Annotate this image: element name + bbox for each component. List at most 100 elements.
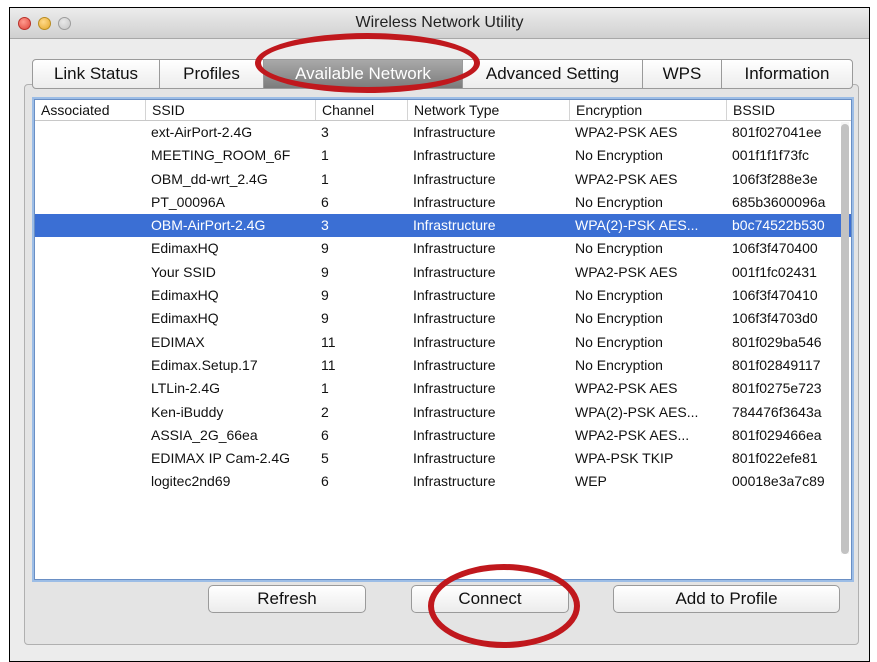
table-row[interactable]: OBM_dd-wrt_2.4G 1 Infrastructure WPA2-PSK A… xyxy=(35,168,851,191)
table-row[interactable]: LTLin-2.4G 1 Infrastructure WPA2-PSK AES 801… xyxy=(35,377,851,400)
table-row[interactable]: EDIMAX 11 Infrastructure No Encryption 801f0… xyxy=(35,331,851,354)
cell-ssid: LTLin-2.4G xyxy=(151,380,220,397)
tab-wps[interactable]: WPS xyxy=(643,60,722,88)
cell-channel: 6 xyxy=(321,193,329,210)
cell-ssid: OBM-AirPort-2.4G xyxy=(151,217,266,234)
cell-ssid: Edimax.Setup.17 xyxy=(151,356,258,373)
cell-network-type: Infrastructure xyxy=(413,263,496,280)
cell-channel: 9 xyxy=(321,310,329,327)
refresh-button[interactable]: Refresh xyxy=(208,585,366,613)
cell-network-type: Infrastructure xyxy=(413,473,496,490)
table-row[interactable]: EdimaxHQ 9 Infrastructure No Encryption 106f… xyxy=(35,307,851,330)
cell-network-type: Infrastructure xyxy=(413,403,496,420)
scrollbar-thumb[interactable] xyxy=(841,124,849,554)
cell-bssid: b0c74522b530 xyxy=(732,217,825,234)
cell-bssid: 801f029ba546 xyxy=(732,333,822,350)
cell-encryption: No Encryption xyxy=(575,310,663,327)
cell-encryption: WPA2-PSK AES xyxy=(575,380,678,397)
cell-network-type: Infrastructure xyxy=(413,380,496,397)
table-body: ext-AirPort-2.4G 3 Infrastructure WPA2-PSK … xyxy=(35,121,851,494)
cell-channel: 1 xyxy=(321,147,329,164)
network-table[interactable]: Associated SSID Channel Network Type Enc… xyxy=(34,99,852,580)
cell-ssid: ext-AirPort-2.4G xyxy=(151,124,253,140)
cell-ssid: EDIMAX IP Cam-2.4G xyxy=(151,450,291,467)
table-row[interactable]: EDIMAX IP Cam-2.4G 5 Infrastructure WPA-PSK… xyxy=(35,447,851,470)
cell-network-type: Infrastructure xyxy=(413,240,496,257)
cell-encryption: WPA(2)-PSK AES... xyxy=(575,403,699,420)
cell-encryption: No Encryption xyxy=(575,287,663,304)
cell-network-type: Infrastructure xyxy=(413,450,496,467)
cell-bssid: 784476f3643a xyxy=(732,403,822,420)
cell-bssid: 801f0275e723 xyxy=(732,380,822,397)
table-header: Associated SSID Channel Network Type Enc… xyxy=(35,100,851,121)
cell-network-type: Infrastructure xyxy=(413,147,496,164)
connect-button[interactable]: Connect xyxy=(411,585,569,613)
app-window: Wireless Network Utility Link Status Pro… xyxy=(9,7,870,662)
table-row[interactable]: Edimax.Setup.17 11 Infrastructure No Encryp… xyxy=(35,354,851,377)
cell-channel: 6 xyxy=(321,473,329,490)
tab-information[interactable]: Information xyxy=(722,60,852,88)
tab-profiles[interactable]: Profiles xyxy=(160,60,264,88)
title-bar[interactable]: Wireless Network Utility xyxy=(10,8,869,39)
table-row[interactable]: EdimaxHQ 9 Infrastructure No Encryption 106f… xyxy=(35,237,851,260)
cell-bssid: 685b3600096a xyxy=(732,193,826,210)
cell-bssid: 801f02849117 xyxy=(732,356,821,373)
tab-available-network[interactable]: Available Network xyxy=(264,60,463,88)
cell-channel: 9 xyxy=(321,287,329,304)
tab-link-status[interactable]: Link Status xyxy=(33,60,160,88)
table-row[interactable]: EdimaxHQ 9 Infrastructure No Encryption 106f… xyxy=(35,284,851,307)
table-row[interactable]: ASSIA_2G_66ea 6 Infrastructure WPA2-PSK AES… xyxy=(35,424,851,447)
cell-bssid: 106f3f288e3e xyxy=(732,170,818,187)
cell-network-type: Infrastructure xyxy=(413,193,496,210)
column-header-associated[interactable]: Associated xyxy=(35,100,145,120)
table-row[interactable]: Ken-iBuddy 2 Infrastructure WPA(2)-PSK AES.… xyxy=(35,401,851,424)
table-row[interactable]: OBM-AirPort-2.4G 3 Infrastructure WPA(2)-PS… xyxy=(35,214,851,238)
cell-network-type: Infrastructure xyxy=(413,333,496,350)
tab-advanced-setting[interactable]: Advanced Setting xyxy=(463,60,643,88)
cell-bssid: 106f3f470410 xyxy=(732,287,818,304)
cell-encryption: WPA(2)-PSK AES... xyxy=(575,217,699,234)
cell-bssid: 801f029466ea xyxy=(732,426,822,443)
column-header-encryption[interactable]: Encryption xyxy=(569,100,726,120)
cell-channel: 2 xyxy=(321,403,329,420)
cell-network-type: Infrastructure xyxy=(413,287,496,304)
cell-ssid: OBM_dd-wrt_2.4G xyxy=(151,170,268,187)
cell-channel: 11 xyxy=(321,333,336,350)
cell-bssid: 106f3f470400 xyxy=(732,240,818,257)
column-header-channel[interactable]: Channel xyxy=(315,100,407,120)
cell-encryption: No Encryption xyxy=(575,193,663,210)
window-title: Wireless Network Utility xyxy=(355,14,524,31)
cell-channel: 9 xyxy=(321,240,329,257)
cell-bssid: 001f1f1f73fc xyxy=(732,147,810,164)
cell-ssid: EdimaxHQ xyxy=(151,310,219,327)
add-to-profile-button[interactable]: Add to Profile xyxy=(613,585,840,613)
cell-network-type: Infrastructure xyxy=(413,170,496,187)
cell-bssid: 801f022efe81 xyxy=(732,450,818,467)
cell-encryption: WPA-PSK TKIP xyxy=(575,450,674,467)
table-row[interactable]: Your SSID 9 Infrastructure WPA2-PSK AES 001f… xyxy=(35,261,851,284)
cell-encryption: WPA2-PSK AES xyxy=(575,124,678,140)
cell-ssid: EdimaxHQ xyxy=(151,240,219,257)
column-header-bssid[interactable]: BSSID xyxy=(726,100,851,120)
column-header-network-type[interactable]: Network Type xyxy=(407,100,569,120)
cell-ssid: Ken-iBuddy xyxy=(151,403,224,420)
cell-channel: 3 xyxy=(321,217,329,234)
cell-encryption: No Encryption xyxy=(575,240,663,257)
cell-ssid: Your SSID xyxy=(151,263,216,280)
table-row[interactable]: MEETING_ROOM_6F 1 Infrastructure No Encrypt… xyxy=(35,144,851,167)
cell-ssid: ASSIA_2G_66ea xyxy=(151,426,258,443)
cell-ssid: EdimaxHQ xyxy=(151,287,219,304)
cell-bssid: 00018e3a7c89 xyxy=(732,473,825,490)
table-row[interactable]: PT_00096A 6 Infrastructure No Encryption 685… xyxy=(35,191,851,214)
column-header-ssid[interactable]: SSID xyxy=(145,100,315,120)
cell-network-type: Infrastructure xyxy=(413,426,496,443)
vertical-scrollbar[interactable] xyxy=(841,122,849,554)
table-row[interactable]: logitec2nd69 6 Infrastructure WEP 00018e3a7c… xyxy=(35,470,851,493)
cell-encryption: WPA2-PSK AES... xyxy=(575,426,690,443)
table-row[interactable]: ext-AirPort-2.4G 3 Infrastructure WPA2-PSK … xyxy=(35,121,851,144)
cell-bssid: 001f1fc02431 xyxy=(732,263,817,280)
cell-encryption: No Encryption xyxy=(575,147,663,164)
tab-bar: Link Status Profiles Available Network A… xyxy=(32,59,853,89)
cell-channel: 3 xyxy=(321,124,329,140)
cell-channel: 5 xyxy=(321,450,329,467)
